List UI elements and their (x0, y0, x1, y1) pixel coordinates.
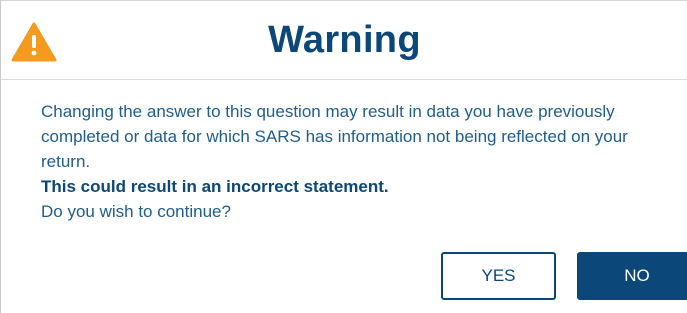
message-line: completed or data for which SARS has inf… (41, 127, 628, 146)
message-line: return. (41, 152, 91, 171)
message-line: Changing the answer to this question may… (41, 102, 615, 121)
continue-question: Do you wish to continue? (41, 202, 231, 221)
dialog-header: Warning (1, 1, 687, 80)
dialog-title: Warning (268, 19, 421, 61)
yes-button[interactable]: YES (441, 252, 556, 300)
no-button[interactable]: NO (577, 252, 687, 300)
warning-dialog: Warning Changing the answer to this ques… (0, 0, 687, 313)
dialog-message: Changing the answer to this question may… (41, 99, 687, 224)
emphasis-text: This could result in an incorrect statem… (41, 177, 389, 196)
